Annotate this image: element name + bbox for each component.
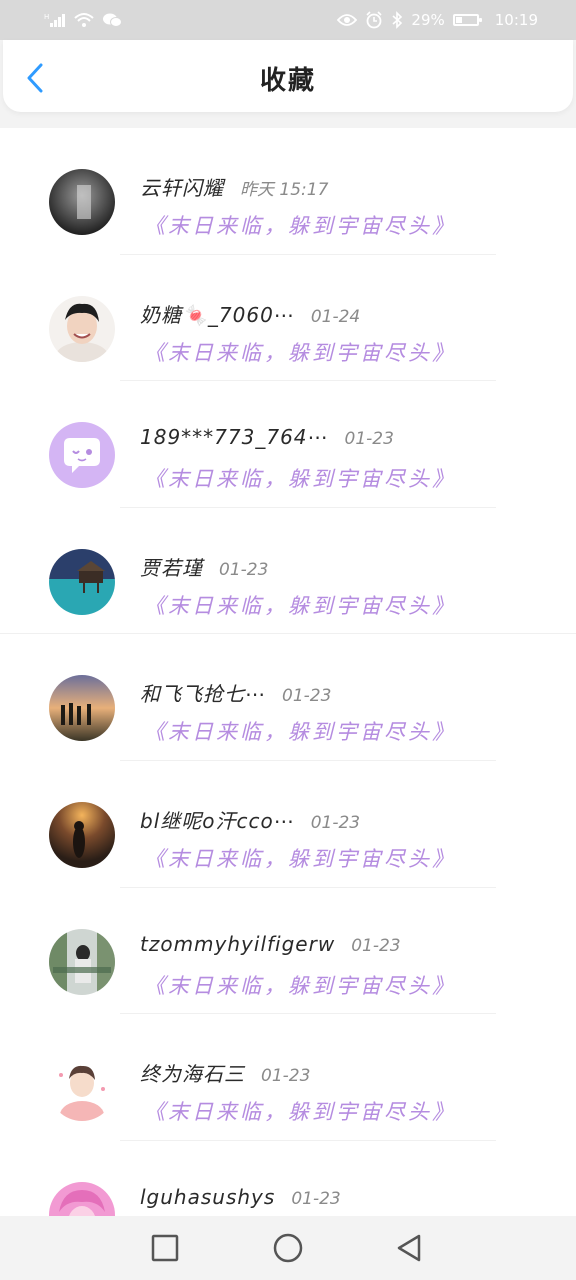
- recents-button[interactable]: [149, 1232, 181, 1264]
- name-row: 和飞飞抢七⋯ 01-23: [140, 678, 331, 707]
- battery-icon: [452, 14, 482, 26]
- favorite-title[interactable]: 《末日来临，躲到宇宙尽头》: [144, 843, 456, 873]
- timestamp: 01-23: [344, 429, 394, 450]
- favorite-title[interactable]: 《末日来临，躲到宇宙尽头》: [144, 716, 456, 746]
- eye-icon: [337, 13, 358, 27]
- avatar[interactable]: [49, 295, 115, 362]
- user-name[interactable]: 189***773_764⋯: [140, 425, 329, 449]
- user-name[interactable]: 终为海石三: [140, 1058, 245, 1087]
- timestamp: 01-23: [261, 1066, 311, 1087]
- name-row: bl继呢o汗cco⋯ 01-23: [140, 805, 360, 834]
- timestamp: 01-24: [310, 306, 361, 327]
- timestamp: 昨天 15:17: [240, 180, 329, 200]
- list-item[interactable]: 终为海石三 01-23 《末日来临，躲到宇宙尽头》: [0, 1014, 576, 1141]
- system-nav-bar: [0, 1216, 576, 1280]
- wechat-icon: [102, 12, 122, 28]
- user-name[interactable]: 和飞飞抢七⋯: [140, 678, 266, 707]
- name-row: 奶糖🍬_7060⋯ 01-24: [140, 299, 360, 328]
- avatar[interactable]: [49, 548, 115, 615]
- timestamp: 01-23: [219, 559, 269, 580]
- user-name[interactable]: tzommyhyilfigerw: [140, 932, 335, 956]
- avatar[interactable]: [49, 422, 115, 489]
- user-name[interactable]: 云轩闪耀: [140, 172, 224, 201]
- clock: 10:19: [494, 11, 538, 29]
- name-row: tzommyhyilfigerw 01-23: [140, 932, 401, 956]
- list-item[interactable]: 和飞飞抢七⋯ 01-23 《末日来临，躲到宇宙尽头》: [0, 634, 576, 761]
- home-circle-icon: [273, 1233, 303, 1263]
- favorite-title[interactable]: 《末日来临，躲到宇宙尽头》: [144, 210, 456, 240]
- list-item[interactable]: bl继呢o汗cco⋯ 01-23 《末日来临，躲到宇宙尽头》: [0, 761, 576, 888]
- avatar[interactable]: [49, 801, 115, 868]
- name-row: 终为海石三 01-23: [140, 1058, 310, 1087]
- list-item[interactable]: 贾若瑾 01-23 《末日来临，躲到宇宙尽头》: [0, 508, 576, 635]
- avatar[interactable]: [49, 1181, 115, 1216]
- user-name[interactable]: lguhasushys: [140, 1185, 275, 1209]
- user-name[interactable]: bl继呢o汗cco⋯: [140, 805, 295, 834]
- svg-text:H: H: [44, 13, 49, 21]
- page-title: 收藏: [259, 66, 316, 96]
- list-item[interactable]: 189***773_764⋯ 01-23 《末日来临，躲到宇宙尽头》: [0, 381, 576, 508]
- list-item[interactable]: tzommyhyilfigerw 01-23 《末日来临，躲到宇宙尽头》: [0, 888, 576, 1015]
- recents-square-icon: [151, 1234, 179, 1262]
- back-triangle-icon: [397, 1234, 421, 1262]
- user-name[interactable]: 贾若瑾: [140, 552, 203, 581]
- status-left: H: [44, 12, 122, 28]
- timestamp: 01-23: [310, 812, 361, 833]
- favorite-title[interactable]: 《末日来临，躲到宇宙尽头》: [144, 590, 456, 620]
- name-row: 贾若瑾 01-23: [140, 552, 268, 581]
- favorite-title[interactable]: 《末日来临，躲到宇宙尽头》: [144, 463, 456, 493]
- user-name[interactable]: 奶糖🍬_7060⋯: [140, 299, 295, 328]
- favorite-title[interactable]: 《末日来临，躲到宇宙尽头》: [144, 970, 456, 1000]
- avatar[interactable]: [49, 928, 115, 995]
- timestamp: 01-23: [282, 686, 332, 707]
- battery-percent: 29%: [411, 11, 445, 29]
- battery-level: [455, 17, 463, 23]
- name-row: lguhasushys 01-23: [140, 1185, 341, 1209]
- favorites-list[interactable]: 云轩闪耀 昨天 15:17 《末日来临，躲到宇宙尽头》 奶糖🍬_7060⋯ 01…: [0, 128, 576, 1216]
- header-card: 收藏: [3, 40, 573, 112]
- back-nav-button[interactable]: [393, 1232, 425, 1264]
- favorite-title[interactable]: 《末日来临，躲到宇宙尽头》: [144, 337, 456, 367]
- favorite-title[interactable]: 《末日来临，躲到宇宙尽头》: [144, 1096, 456, 1126]
- home-button[interactable]: [272, 1232, 304, 1264]
- status-bar: H 29% 10:19: [0, 0, 576, 40]
- timestamp: 01-23: [351, 935, 401, 956]
- timestamp: 01-23: [291, 1188, 341, 1209]
- list-item[interactable]: 奶糖🍬_7060⋯ 01-24 《末日来临，躲到宇宙尽头》: [0, 255, 576, 382]
- list-item[interactable]: 云轩闪耀 昨天 15:17 《末日来临，躲到宇宙尽头》: [0, 128, 576, 255]
- avatar[interactable]: [49, 169, 115, 235]
- wifi-icon: [74, 12, 94, 28]
- name-row: 云轩闪耀 昨天 15:17: [140, 172, 328, 201]
- avatar[interactable]: [49, 675, 115, 742]
- alarm-icon: [365, 11, 383, 29]
- name-row: 189***773_764⋯ 01-23: [140, 425, 394, 449]
- list-item[interactable]: lguhasushys 01-23: [0, 1141, 576, 1216]
- signal-icon: H: [44, 12, 66, 28]
- bluetooth-icon: [391, 11, 403, 29]
- avatar[interactable]: [49, 1055, 115, 1122]
- status-right: 29% 10:19: [337, 11, 538, 29]
- header: 收藏: [0, 40, 576, 128]
